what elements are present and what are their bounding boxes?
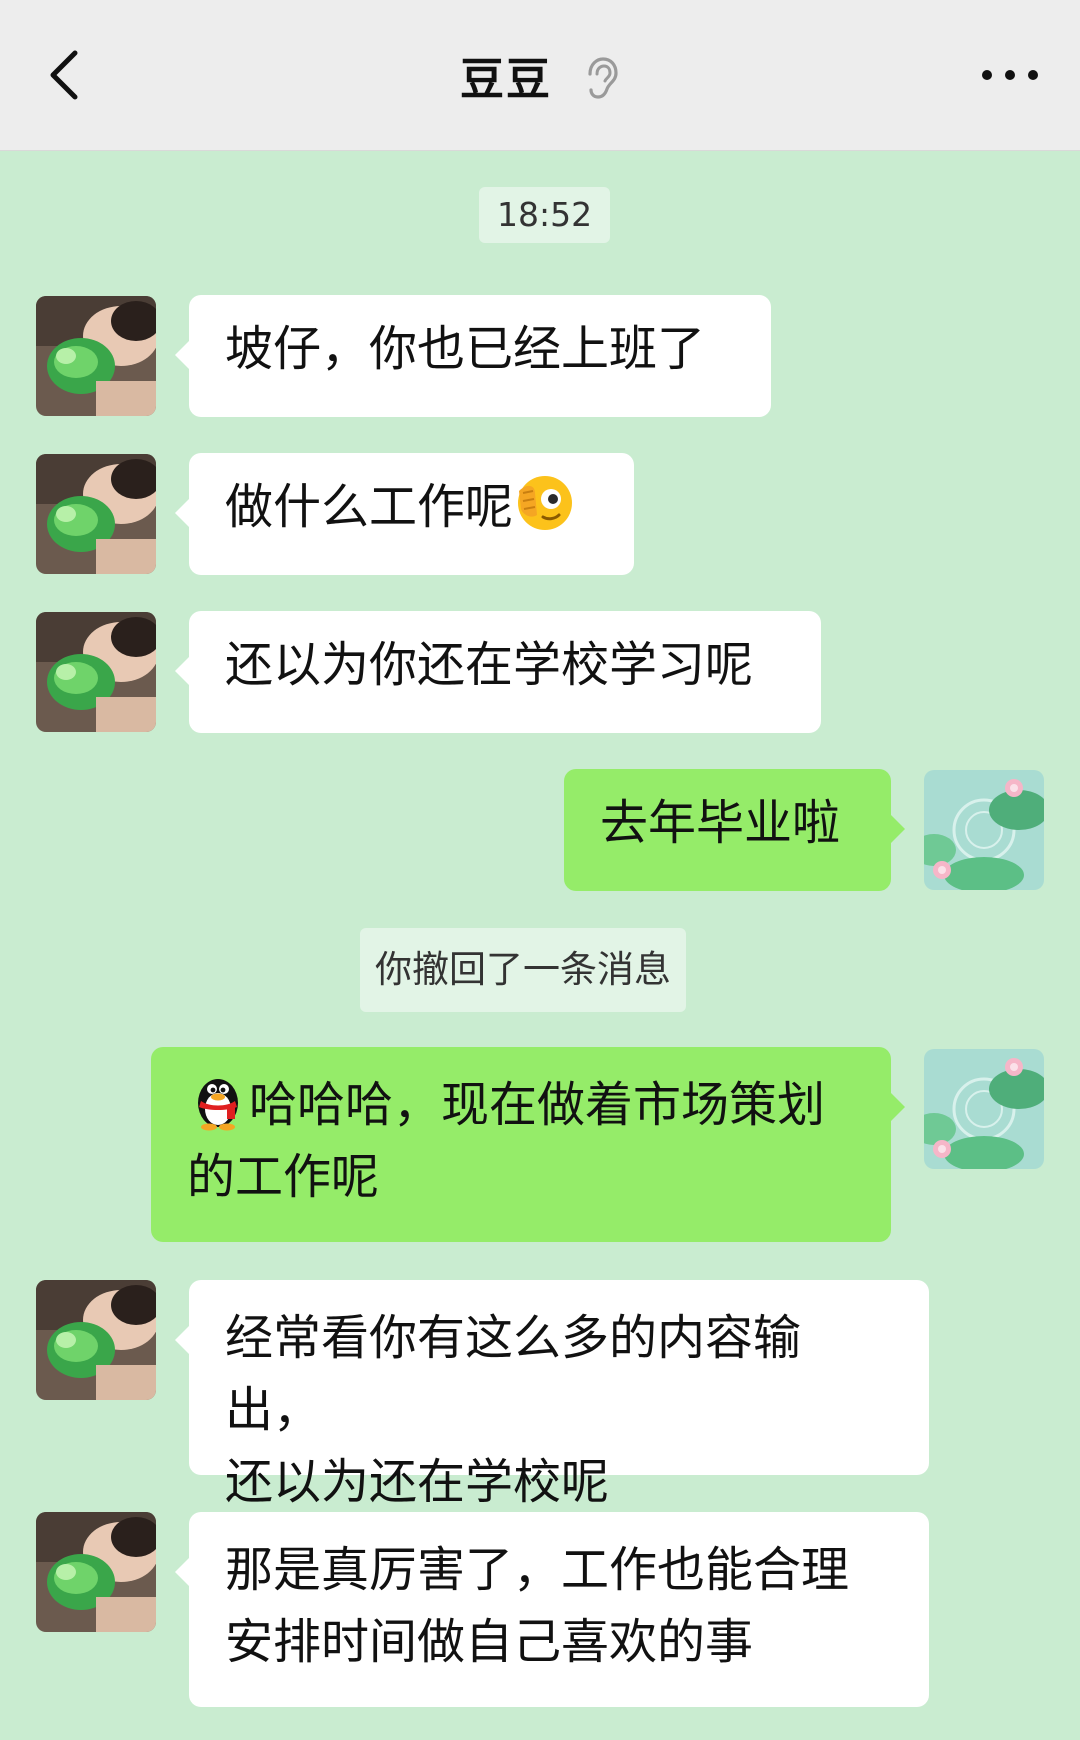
contact-avatar-image [36, 296, 156, 416]
contact-avatar[interactable] [36, 1280, 156, 1400]
my-avatar-image [924, 1049, 1044, 1169]
more-options-button[interactable] [970, 40, 1050, 110]
incoming-message[interactable]: 那是真厉害了，工作也能合理 安排时间做自己喜欢的事 [175, 1512, 929, 1707]
my-avatar[interactable] [924, 1049, 1044, 1169]
message-text: 还以为你还在学校学习呢 [225, 637, 754, 693]
message-text: 坡仔，你也已经上班了 [225, 321, 706, 377]
message-text: 做什么工作呢 [225, 479, 514, 535]
message-text-line2: 还以为还在学校呢 [225, 1454, 610, 1510]
message-text-line1: 哈哈哈，现在做着市场策划 [249, 1077, 826, 1133]
ear-icon [588, 57, 618, 99]
incoming-message[interactable]: 坡仔，你也已经上班了 [175, 295, 771, 417]
title-area: 豆豆 [0, 0, 1080, 150]
incoming-message[interactable]: 还以为你还在学校学习呢 [175, 611, 821, 733]
message-text-line2: 安排时间做自己喜欢的事 [225, 1614, 754, 1670]
contact-avatar-image [36, 454, 156, 574]
message-text-line1: 那是真厉害了，工作也能合理 [225, 1542, 850, 1598]
more-dots-icon [982, 70, 1038, 80]
peek-eye-emoji [518, 476, 573, 530]
chat-header: 豆豆 [0, 0, 1080, 151]
outgoing-message[interactable]: 去年毕业啦 [564, 769, 905, 891]
contact-avatar-image [36, 612, 156, 732]
incoming-message[interactable]: 经常看你有这么多的内容输出， 还以为还在学校呢 [175, 1280, 929, 1510]
message-text-line1: 经常看你有这么多的内容输出， [225, 1310, 802, 1438]
contact-avatar-image [36, 1280, 156, 1400]
contact-avatar-image [36, 1512, 156, 1632]
chat-screen: 豆豆 18:52 坡仔，你也已经上班了 做什么工作呢 还以为你还在学校学习呢 去… [0, 0, 1080, 1740]
my-avatar[interactable] [924, 770, 1044, 890]
qq-penguin-emoji [198, 1079, 238, 1131]
contact-avatar[interactable] [36, 1512, 156, 1632]
outgoing-message[interactable]: 哈哈哈，现在做着市场策划 的工作呢 [151, 1047, 905, 1242]
incoming-message[interactable]: 做什么工作呢 [175, 453, 634, 575]
message-text: 去年毕业啦 [600, 795, 841, 851]
contact-avatar[interactable] [36, 454, 156, 574]
chat-title: 豆豆 [460, 54, 552, 105]
timestamp-chip: 18:52 [479, 187, 611, 243]
contact-avatar[interactable] [36, 612, 156, 732]
message-text-line2: 的工作呢 [187, 1149, 380, 1205]
message-list[interactable]: 18:52 坡仔，你也已经上班了 做什么工作呢 还以为你还在学校学习呢 去年毕业… [0, 150, 1080, 1740]
recall-notice: 你撤回了一条消息 [360, 928, 686, 1012]
my-avatar-image [924, 770, 1044, 890]
contact-avatar[interactable] [36, 296, 156, 416]
